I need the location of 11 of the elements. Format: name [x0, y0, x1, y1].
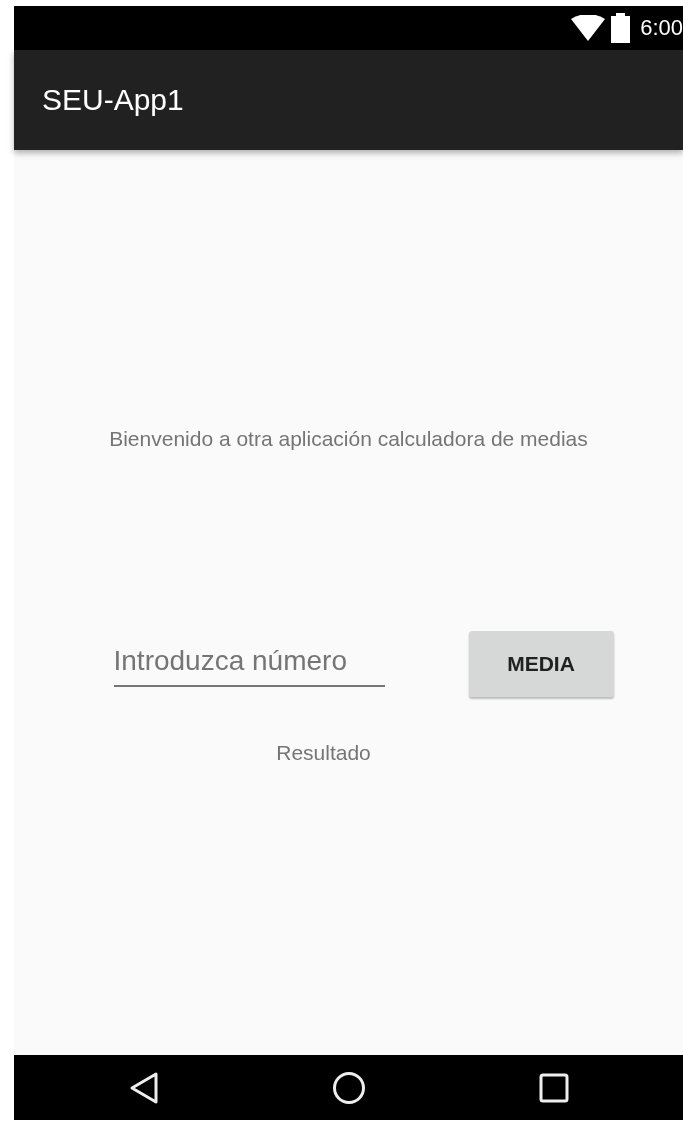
number-input-field[interactable]: Introduzca número: [113, 641, 385, 687]
wifi-icon: [571, 15, 606, 41]
media-button[interactable]: MEDIA: [468, 631, 614, 697]
recents-icon[interactable]: [538, 1072, 569, 1103]
home-icon[interactable]: [331, 1070, 366, 1105]
back-icon[interactable]: [128, 1070, 159, 1105]
battery-icon: [611, 13, 631, 43]
result-text: Resultado: [276, 741, 371, 765]
welcome-text: Bienvenido a otra aplicación calculadora de medias: [109, 427, 588, 451]
app-title: SEU-App1: [42, 83, 184, 117]
status-time: 6:00: [640, 15, 683, 41]
